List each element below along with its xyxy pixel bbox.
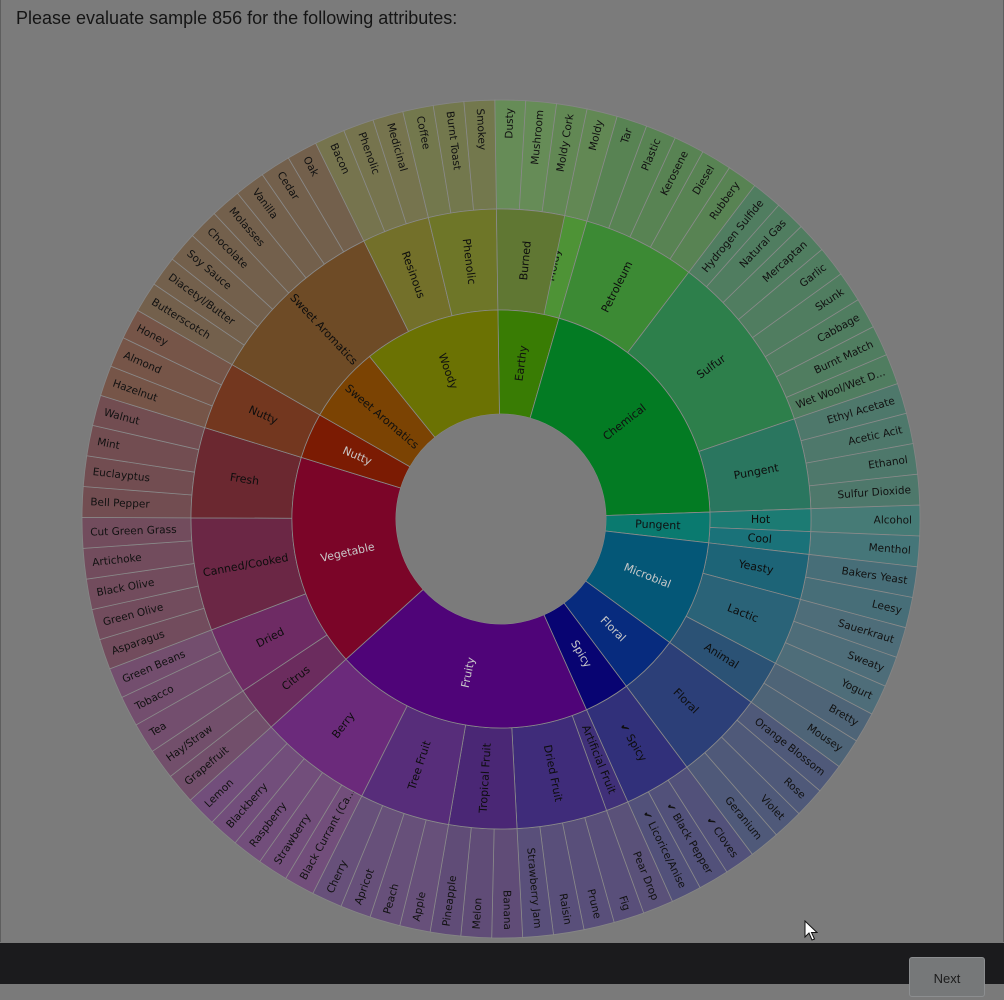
outer-label: Dusty bbox=[503, 108, 516, 139]
outer-label: Alcohol bbox=[874, 514, 912, 526]
wheel-center bbox=[396, 414, 606, 624]
middle-label: Hot bbox=[751, 513, 771, 526]
middle-label: Cool bbox=[747, 531, 772, 546]
next-button[interactable]: Next bbox=[909, 957, 985, 997]
outer-label: Bell Pepper bbox=[90, 496, 150, 510]
outer-label: Melon bbox=[471, 897, 485, 929]
aroma-wheel[interactable]: Dusty Mushroom Moldy Cork Moldy TarPlasticKe… bbox=[0, 0, 1004, 943]
outer-label: Banana bbox=[500, 890, 513, 930]
outer-segment-banana[interactable]: Banana bbox=[491, 828, 524, 939]
footer-bar bbox=[0, 943, 1004, 984]
inner-label: Pungent bbox=[635, 517, 682, 532]
outer-segment-alcohol[interactable]: Alcohol bbox=[810, 504, 921, 537]
mouse-pointer-icon bbox=[804, 920, 818, 941]
outer-label: Smokey bbox=[474, 108, 488, 150]
